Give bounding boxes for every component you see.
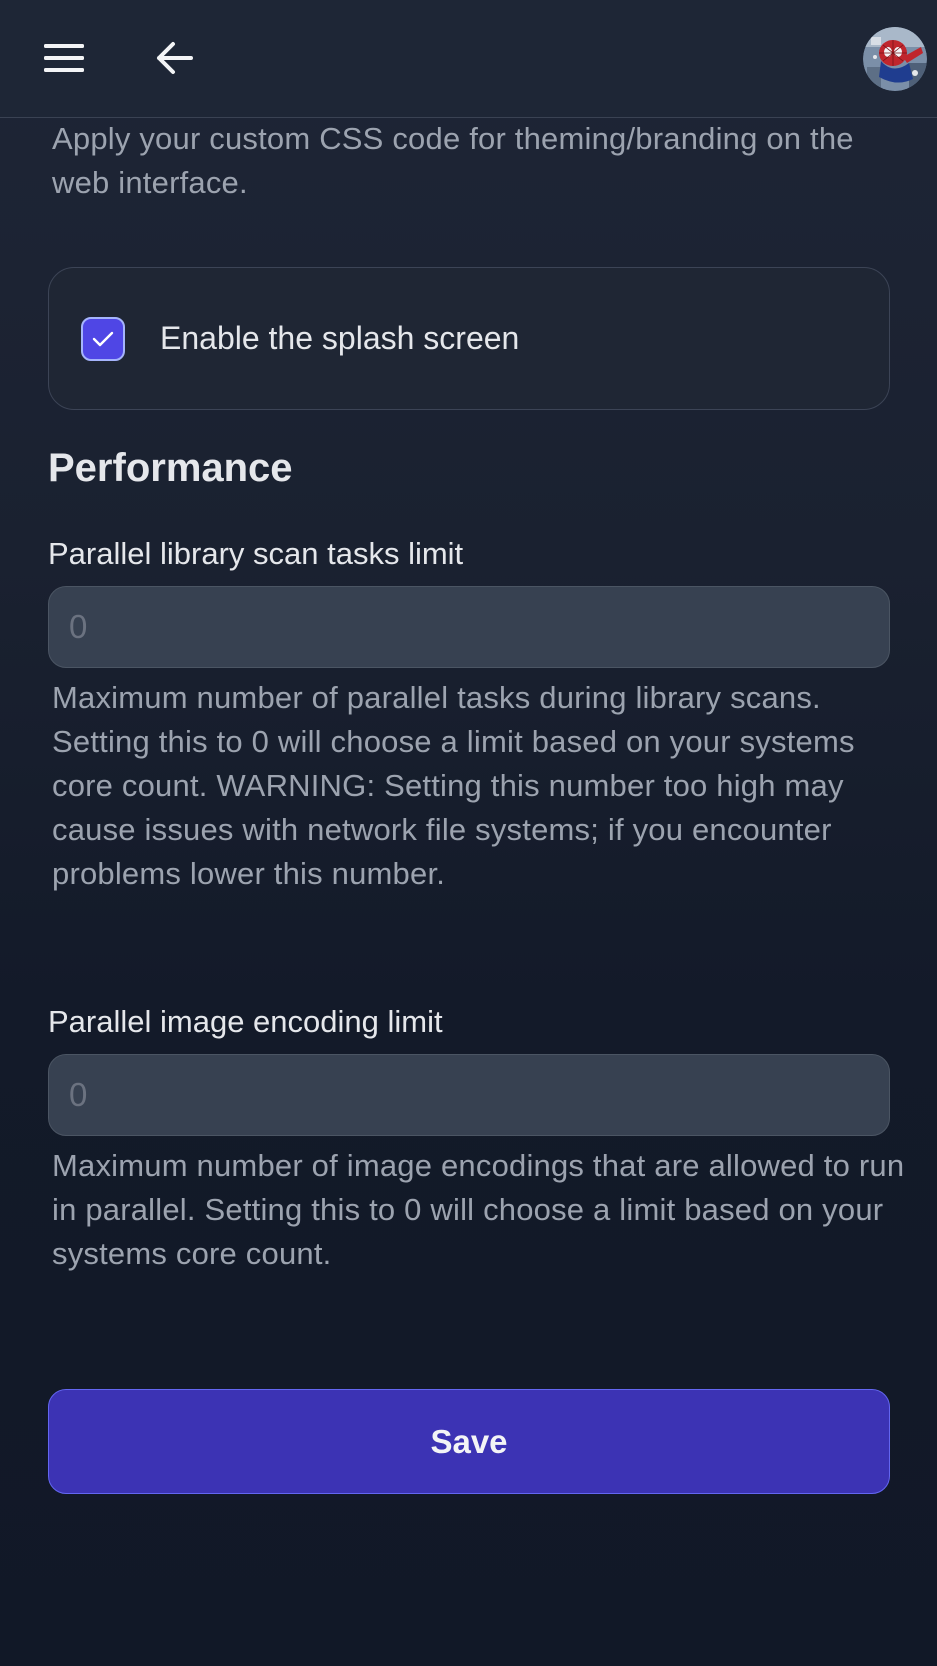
encoding-limit-label: Parallel image encoding limit	[48, 1004, 443, 1039]
scan-limit-input[interactable]	[48, 586, 890, 668]
scan-limit-label: Parallel library scan tasks limit	[48, 536, 464, 571]
user-avatar[interactable]	[863, 27, 927, 91]
arrow-left-icon[interactable]	[150, 34, 198, 82]
checkmark-icon	[92, 331, 114, 346]
save-button[interactable]: Save	[48, 1389, 890, 1494]
splash-screen-checkbox[interactable]	[81, 316, 125, 361]
splash-screen-setting[interactable]: Enable the splash screen	[48, 267, 890, 410]
encoding-limit-help: Maximum number of image encodings that a…	[52, 1148, 905, 1271]
settings-page: Apply your custom CSS code for theming/b…	[0, 0, 937, 1666]
scan-limit-help: Maximum number of parallel tasks during …	[52, 680, 855, 891]
custom-css-description: Apply your custom CSS code for theming/b…	[52, 121, 854, 200]
hamburger-menu-icon[interactable]	[40, 37, 88, 79]
performance-section-title: Performance	[48, 446, 293, 490]
splash-screen-label: Enable the splash screen	[160, 320, 520, 356]
encoding-limit-input[interactable]	[48, 1054, 890, 1136]
app-header	[0, 0, 937, 118]
